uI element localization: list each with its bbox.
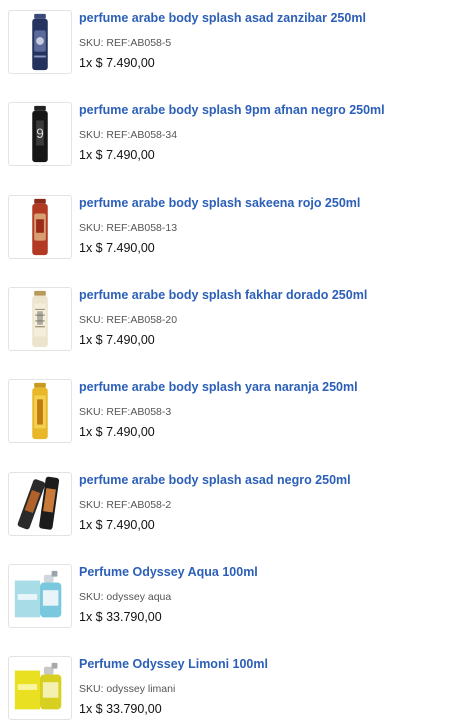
product-sku: SKU: odyssey aqua xyxy=(79,591,172,603)
product-sku: SKU: REF:AB058-2 xyxy=(79,499,172,511)
product-thumbnail[interactable] xyxy=(8,195,72,259)
cart-item-list: perfume arabe body splash asad zanzibar … xyxy=(0,0,475,728)
perfume-can-cream-icon xyxy=(32,290,48,348)
product-thumbnail[interactable] xyxy=(8,564,72,628)
cart-item: perfume arabe body splash asad negro 250… xyxy=(0,472,475,552)
product-title-link[interactable]: Perfume Odyssey Limoni 100ml xyxy=(79,656,268,672)
product-price: 1x $ 33.790,00 xyxy=(79,702,162,716)
svg-text:9: 9 xyxy=(36,126,44,141)
product-thumbnail[interactable] xyxy=(8,287,72,351)
product-thumbnail[interactable] xyxy=(8,472,72,536)
cart-item: perfume arabe body splash sakeena rojo 2… xyxy=(0,195,475,275)
perfume-can-black-icon: 9 xyxy=(32,105,48,163)
product-thumbnail[interactable] xyxy=(8,10,72,74)
product-title-link[interactable]: Perfume Odyssey Aqua 100ml xyxy=(79,564,258,580)
cart-item: perfume arabe body splash yara naranja 2… xyxy=(0,379,475,459)
perfume-can-red-icon xyxy=(32,198,48,256)
cart-item: perfume arabe body splash fakhar dorado … xyxy=(0,287,475,367)
product-sku: SKU: REF:AB058-5 xyxy=(79,37,172,49)
product-price: 1x $ 7.490,00 xyxy=(79,518,155,532)
cart-item: Perfume Odyssey Aqua 100ml SKU: odyssey … xyxy=(0,564,475,644)
perfume-can-navy-icon xyxy=(32,13,48,71)
product-thumbnail[interactable] xyxy=(8,656,72,720)
perfume-cans-dark-icon xyxy=(17,476,60,530)
product-price: 1x $ 7.490,00 xyxy=(79,241,155,255)
product-price: 1x $ 7.490,00 xyxy=(79,148,155,162)
product-price: 1x $ 7.490,00 xyxy=(79,333,155,347)
product-sku: SKU: REF:AB058-20 xyxy=(79,314,178,326)
product-thumbnail[interactable]: 9 xyxy=(8,102,72,166)
product-title-link[interactable]: perfume arabe body splash fakhar dorado … xyxy=(79,287,367,303)
cart-item: perfume arabe body splash asad zanzibar … xyxy=(0,10,475,90)
product-price: 1x $ 7.490,00 xyxy=(79,56,155,70)
product-sku: SKU: REF:AB058-13 xyxy=(79,222,178,234)
product-sku: SKU: odyssey limani xyxy=(79,683,176,695)
cart-item: 9 perfume arabe body splash 9pm afnan ne… xyxy=(0,102,475,182)
perfume-bottle-limoni-icon xyxy=(14,662,62,710)
product-title-link[interactable]: perfume arabe body splash sakeena rojo 2… xyxy=(79,195,360,211)
product-title-link[interactable]: perfume arabe body splash 9pm afnan negr… xyxy=(79,102,385,118)
perfume-bottle-aqua-icon xyxy=(14,570,62,618)
product-title-link[interactable]: perfume arabe body splash asad zanzibar … xyxy=(79,10,366,26)
cart-item: Perfume Odyssey Limoni 100ml SKU: odysse… xyxy=(0,656,475,728)
product-sku: SKU: REF:AB058-3 xyxy=(79,406,172,418)
product-sku: SKU: REF:AB058-34 xyxy=(79,129,178,141)
product-thumbnail[interactable] xyxy=(8,379,72,443)
perfume-can-gold-icon xyxy=(32,382,48,440)
product-price: 1x $ 33.790,00 xyxy=(79,610,162,624)
product-price: 1x $ 7.490,00 xyxy=(79,425,155,439)
product-title-link[interactable]: perfume arabe body splash yara naranja 2… xyxy=(79,379,358,395)
product-title-link[interactable]: perfume arabe body splash asad negro 250… xyxy=(79,472,351,488)
